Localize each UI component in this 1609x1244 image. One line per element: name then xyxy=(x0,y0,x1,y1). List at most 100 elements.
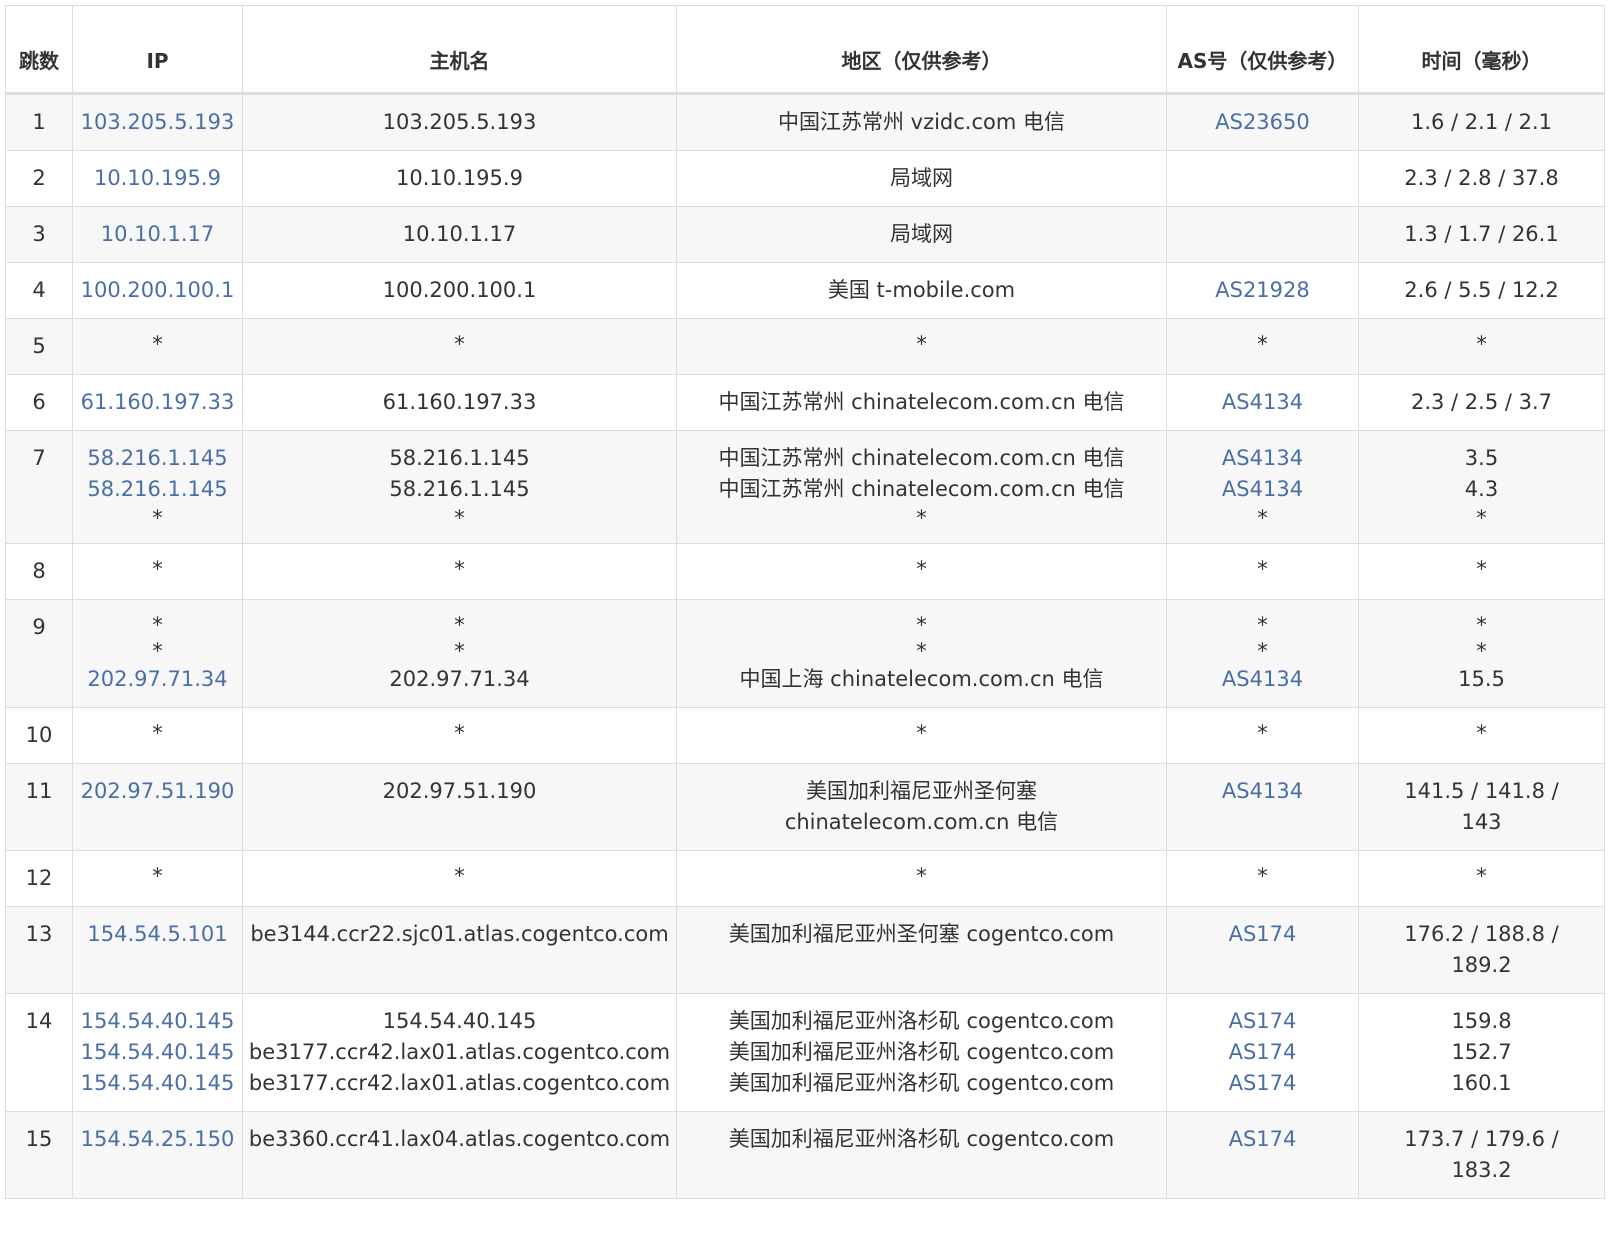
traceroute-table: 跳数 IP 主机名 地区（仅供参考） AS号（仅供参考） 时间（毫秒） 1 103… xyxy=(5,5,1605,1199)
time-value: * xyxy=(1476,506,1487,530)
asn-link[interactable]: AS4134 xyxy=(1171,387,1354,418)
ip-link[interactable]: 154.54.40.145 xyxy=(77,1068,238,1099)
region-value: 美国加利福尼亚州洛杉矶 cogentco.com xyxy=(728,1127,1115,1151)
time-value: * xyxy=(1476,613,1487,637)
hostname-value: * xyxy=(454,557,465,581)
asn-link[interactable]: AS4134 xyxy=(1171,776,1354,807)
time-value: 152.7 xyxy=(1451,1040,1512,1064)
asn-cell: AS4134 xyxy=(1166,763,1359,851)
ip-link[interactable]: 103.205.5.193 xyxy=(77,107,238,138)
table-body: 1 103.205.5.193 103.205.5.193 中国江苏常州 vzidc.… xyxy=(5,93,1605,1199)
ip-cell: 154.54.5.101 xyxy=(72,906,243,994)
hostname-value: 103.205.5.193 xyxy=(382,110,537,134)
region-cell: * xyxy=(676,707,1167,764)
table-row: 6 61.160.197.33 61.160.197.33 中国江苏常州 chinat… xyxy=(5,374,1605,431)
ip-link[interactable]: 202.97.51.190 xyxy=(77,776,238,807)
time-cell: * xyxy=(1358,707,1605,764)
ip-cell: 154.54.25.150 xyxy=(72,1111,243,1199)
table-row: 2 10.10.195.9 10.10.195.9 局域网 2.3 / 2.8 / 3… xyxy=(5,150,1605,207)
ip-cell: * xyxy=(72,543,243,600)
table-row: 4 100.200.100.1 100.200.100.1 美国 t-mobile.c… xyxy=(5,262,1605,319)
hostname-cell: * xyxy=(242,850,677,907)
asn-cell xyxy=(1166,150,1359,207)
hostname-value: 10.10.195.9 xyxy=(396,166,523,190)
asn-link[interactable]: AS4134 xyxy=(1171,443,1354,474)
ip-link[interactable]: 58.216.1.145 xyxy=(77,474,238,505)
ip-link[interactable]: 154.54.40.145 xyxy=(77,1006,238,1037)
table-row: 5 * * * * * xyxy=(5,318,1605,375)
asn-cell: * xyxy=(1166,318,1359,375)
hostname-value: * xyxy=(454,613,465,637)
hostname-value: 10.10.1.17 xyxy=(402,222,517,246)
region-value: 局域网 xyxy=(890,166,953,190)
asn-link[interactable]: AS174 xyxy=(1171,919,1354,950)
time-cell: * xyxy=(1358,543,1605,600)
region-value: 中国江苏常州 chinatelecom.com.cn 电信 xyxy=(718,477,1125,501)
asn-link[interactable]: AS23650 xyxy=(1171,107,1354,138)
hostname-value: 202.97.51.190 xyxy=(382,779,537,803)
hop-cell: 2 xyxy=(5,150,73,207)
ip-link[interactable]: 61.160.197.33 xyxy=(77,387,238,418)
asn-link[interactable]: AS4134 xyxy=(1171,474,1354,505)
asn-cell: AS23650 xyxy=(1166,93,1359,151)
asn-link[interactable]: AS4134 xyxy=(1171,664,1354,695)
region-value: 美国加利福尼亚州洛杉矶 cogentco.com xyxy=(728,1071,1115,1095)
asn-link[interactable]: AS174 xyxy=(1171,1068,1354,1099)
table-row: 12 * * * * * xyxy=(5,850,1605,907)
time-value: 141.5 / 141.8 / xyxy=(1404,779,1559,803)
hostname-cell: 10.10.1.17 xyxy=(242,206,677,263)
region-cell: 中国江苏常州 vzidc.com 电信 xyxy=(676,93,1167,151)
ip-link[interactable]: 10.10.195.9 xyxy=(77,163,238,194)
ip-link[interactable]: 10.10.1.17 xyxy=(77,219,238,250)
hop-cell: 11 xyxy=(5,763,73,851)
time-cell: 2.3 / 2.5 / 3.7 xyxy=(1358,374,1605,431)
asn-cell: * xyxy=(1166,707,1359,764)
asn-cell: AS174 xyxy=(1166,1111,1359,1199)
time-value: 2.6 / 5.5 / 12.2 xyxy=(1404,278,1559,302)
hostname-cell: be3360.ccr41.lax04.atlas.cogentco.com xyxy=(242,1111,677,1199)
ip-value: * xyxy=(152,557,163,581)
table-row: 3 10.10.1.17 10.10.1.17 局域网 1.3 / 1.7 / 26.… xyxy=(5,206,1605,263)
time-cell: 2.3 / 2.8 / 37.8 xyxy=(1358,150,1605,207)
hop-cell: 12 xyxy=(5,850,73,907)
hostname-cell: * * 202.97.71.34 xyxy=(242,599,677,708)
asn-link[interactable]: AS21928 xyxy=(1171,275,1354,306)
region-cell: 中国江苏常州 chinatelecom.com.cn 电信 中国江苏常州 chin… xyxy=(676,430,1167,544)
ip-cell: * xyxy=(72,707,243,764)
ip-cell: 154.54.40.145 154.54.40.145 154.54.40.145 xyxy=(72,993,243,1112)
time-cell: 141.5 / 141.8 / 143 xyxy=(1358,763,1605,851)
time-value: 4.3 xyxy=(1464,477,1499,501)
time-value: 189.2 xyxy=(1451,953,1512,977)
time-value: 1.3 / 1.7 / 26.1 xyxy=(1404,222,1559,246)
ip-link[interactable]: 58.216.1.145 xyxy=(77,443,238,474)
asn-link[interactable]: AS174 xyxy=(1171,1037,1354,1068)
hostname-cell: 103.205.5.193 xyxy=(242,93,677,151)
ip-cell: 103.205.5.193 xyxy=(72,93,243,151)
asn-value: * xyxy=(1257,721,1268,745)
asn-link[interactable]: AS174 xyxy=(1171,1006,1354,1037)
hop-cell: 5 xyxy=(5,318,73,375)
hostname-cell: 154.54.40.145 be3177.ccr42.lax01.atlas.co… xyxy=(242,993,677,1112)
ip-link[interactable]: 154.54.5.101 xyxy=(77,919,238,950)
ip-cell: 202.97.51.190 xyxy=(72,763,243,851)
asn-cell: AS21928 xyxy=(1166,262,1359,319)
hop-cell: 3 xyxy=(5,206,73,263)
region-value: chinatelecom.com.cn 电信 xyxy=(784,810,1059,834)
ip-value: * xyxy=(152,613,163,637)
hop-cell: 10 xyxy=(5,707,73,764)
region-value: 中国上海 chinatelecom.com.cn 电信 xyxy=(739,667,1104,691)
ip-cell: 10.10.195.9 xyxy=(72,150,243,207)
region-cell: * xyxy=(676,318,1167,375)
time-value: 15.5 xyxy=(1458,667,1505,691)
region-value: 美国加利福尼亚州洛杉矶 cogentco.com xyxy=(728,1009,1115,1033)
hostname-value: 100.200.100.1 xyxy=(382,278,537,302)
hop-cell: 13 xyxy=(5,906,73,994)
hop-cell: 4 xyxy=(5,262,73,319)
ip-link[interactable]: 154.54.25.150 xyxy=(77,1124,238,1155)
ip-link[interactable]: 100.200.100.1 xyxy=(77,275,238,306)
asn-link[interactable]: AS174 xyxy=(1171,1124,1354,1155)
asn-value: * xyxy=(1257,639,1268,663)
ip-link[interactable]: 154.54.40.145 xyxy=(77,1037,238,1068)
time-value: 3.5 xyxy=(1464,446,1499,470)
ip-link[interactable]: 202.97.71.34 xyxy=(77,664,238,695)
